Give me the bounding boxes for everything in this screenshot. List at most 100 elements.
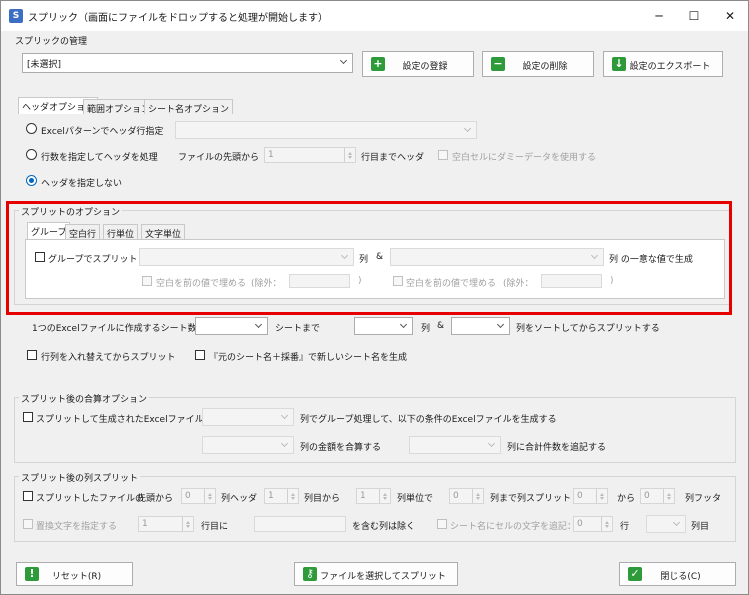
colsplit-fromrow-label: 列目から xyxy=(304,494,341,504)
chevron-down-icon xyxy=(280,440,290,450)
unit-col-value: 1 xyxy=(360,491,366,501)
settings-select[interactable]: [未選択] xyxy=(22,53,353,73)
sort-col-label: 列 xyxy=(421,324,431,334)
delete-settings-button[interactable]: − 設定の削除 xyxy=(482,51,594,77)
merge-options-label: スプリット後の合算オプション xyxy=(19,392,150,405)
select-file-button[interactable]: ⚷ ファイルを選択してスプリット xyxy=(294,562,458,586)
close-window-button[interactable]: ✕ xyxy=(712,1,748,31)
new-sheetname-label: 『元のシート名＋採番』で新しいシート名を生成 xyxy=(209,353,408,363)
select-file-label: ファイルを選択してスプリット xyxy=(320,572,446,582)
header-rows-stepper[interactable]: 1 xyxy=(264,147,356,163)
close-button[interactable]: ✓ 閉じる(C) xyxy=(619,562,736,586)
chevron-down-icon xyxy=(339,57,349,67)
colsplit-check-label: スプリットしたファイルの xyxy=(36,494,145,504)
chevron-down-icon xyxy=(672,519,682,529)
sort-col-select-1[interactable] xyxy=(354,317,413,335)
swap-rowcol-label: 行列を入れ替えてからスプリット xyxy=(41,353,176,363)
sort-amp-label: & xyxy=(437,321,445,331)
merge-check-label: スプリットして生成されたExcelファイルから xyxy=(36,415,222,425)
radio-no-header-label: ヘッダを指定しない xyxy=(41,179,123,189)
from-col-stepper[interactable]: 1 xyxy=(264,488,299,504)
stepper-arrows-icon xyxy=(379,489,390,503)
append-row-stepper[interactable]: 0 xyxy=(573,516,613,532)
new-sheetname-checkbox[interactable] xyxy=(195,350,205,360)
from-top-label: ファイルの先頭から xyxy=(178,153,260,163)
append-row-value: 0 xyxy=(577,519,583,529)
count-col-select[interactable] xyxy=(409,436,501,454)
merge-options-group xyxy=(14,397,736,463)
append-sheetname-label: シート名にセルの文字を追記： xyxy=(450,522,577,532)
swap-rowcol-checkbox[interactable] xyxy=(27,350,37,360)
colsplit-header-label: 列ヘッダ xyxy=(221,494,258,504)
tab-sheetname-options[interactable]: シート名オプション xyxy=(144,99,234,115)
chevron-down-icon xyxy=(463,125,473,135)
replace-row-label: 行目に xyxy=(201,522,229,532)
radio-row-count[interactable] xyxy=(26,149,37,160)
append-row-label: 行 xyxy=(620,522,630,532)
header-col-stepper[interactable]: 0 xyxy=(181,488,216,504)
colsplit-checkbox[interactable] xyxy=(23,491,33,501)
colsplit-unit-label: 列単位で xyxy=(397,494,434,504)
export-settings-label: 設定のエクスポート xyxy=(629,62,711,72)
footer-to-stepper[interactable]: 0 xyxy=(640,488,675,504)
sort-col-select-2[interactable] xyxy=(451,317,510,335)
reset-label: リセット(R) xyxy=(51,572,102,582)
minimize-button[interactable]: ─ xyxy=(641,1,677,31)
settings-select-value: [未選択] xyxy=(27,60,62,70)
merge-checkbox[interactable] xyxy=(23,412,33,422)
colsplit-group xyxy=(14,476,736,542)
replace-row-stepper[interactable]: 1 xyxy=(138,516,194,532)
replace-checkbox[interactable] xyxy=(23,519,33,529)
until-col-value: 0 xyxy=(453,491,459,501)
replace-row-value: 1 xyxy=(142,519,148,529)
radio-no-header[interactable] xyxy=(26,175,37,186)
colsplit-footer-label: 列フッタ xyxy=(685,494,722,504)
chevron-down-icon xyxy=(280,412,290,422)
window-title: スプリック（画面にファイルをドロップすると処理が開始します） xyxy=(28,13,328,24)
footer-from-value: 0 xyxy=(577,491,583,501)
unit-col-stepper[interactable]: 1 xyxy=(356,488,391,504)
stepper-arrows-icon xyxy=(344,148,355,162)
append-col-select[interactable] xyxy=(646,515,686,533)
highlight-box xyxy=(6,201,732,315)
export-settings-button[interactable]: ↓ 設定のエクスポート xyxy=(603,51,723,77)
count-label: 列に合計件数を追記する xyxy=(507,443,607,453)
title-bar: S スプリック（画面にファイルをドロップすると処理が開始します） ─ ☐ ✕ xyxy=(1,1,748,31)
stepper-arrows-icon xyxy=(663,489,674,503)
replace-text-input[interactable] xyxy=(254,516,346,532)
sum-col-select[interactable] xyxy=(202,436,294,454)
append-sheetname-checkbox[interactable] xyxy=(437,519,447,529)
merge-group-col-select[interactable] xyxy=(202,408,294,426)
chevron-down-icon xyxy=(487,440,497,450)
dummy-data-checkbox[interactable] xyxy=(438,150,448,160)
stepper-arrows-icon xyxy=(596,489,607,503)
sheet-count-select[interactable] xyxy=(195,317,268,335)
footer-from-stepper[interactable]: 0 xyxy=(573,488,608,504)
merge-group-label: 列でグループ処理して、以下の条件のExcelファイルを生成する xyxy=(300,415,557,425)
rows-suffix-label: 行目までヘッダ xyxy=(361,153,425,163)
main-window: S スプリック（画面にファイルをドロップすると処理が開始します） ─ ☐ ✕ ス… xyxy=(0,0,749,595)
stepper-arrows-icon xyxy=(472,489,483,503)
delete-settings-label: 設定の削除 xyxy=(522,62,568,72)
colsplit-until-label: 列まで列スプリット xyxy=(490,494,572,504)
colsplit-kara-label: から xyxy=(617,494,636,504)
stepper-arrows-icon xyxy=(601,517,612,531)
radio-excel-pattern[interactable] xyxy=(26,123,37,134)
header-rows-value: 1 xyxy=(268,150,274,160)
colsplit-from-label: 先頭から xyxy=(137,494,174,504)
sheet-until-label: シートまで xyxy=(275,324,321,334)
app-icon: S xyxy=(9,9,23,23)
chevron-down-icon xyxy=(254,321,264,331)
until-col-stepper[interactable]: 0 xyxy=(449,488,484,504)
maximize-button[interactable]: ☐ xyxy=(676,1,712,31)
radio-excel-pattern-label: Excelパターンでヘッダ行指定 xyxy=(41,127,164,137)
sum-label: 列の金額を合算する xyxy=(300,443,382,453)
from-col-value: 1 xyxy=(268,491,274,501)
reset-button[interactable]: ! リセット(R) xyxy=(16,562,133,586)
excel-pattern-select[interactable] xyxy=(175,121,477,139)
close-label: 閉じる(C) xyxy=(660,572,701,582)
chevron-down-icon xyxy=(399,321,409,331)
register-settings-button[interactable]: + 設定の登録 xyxy=(362,51,474,77)
exclude-cols-label: を含む列は除く xyxy=(352,522,416,532)
replace-label: 置換文字を指定する xyxy=(36,522,118,532)
